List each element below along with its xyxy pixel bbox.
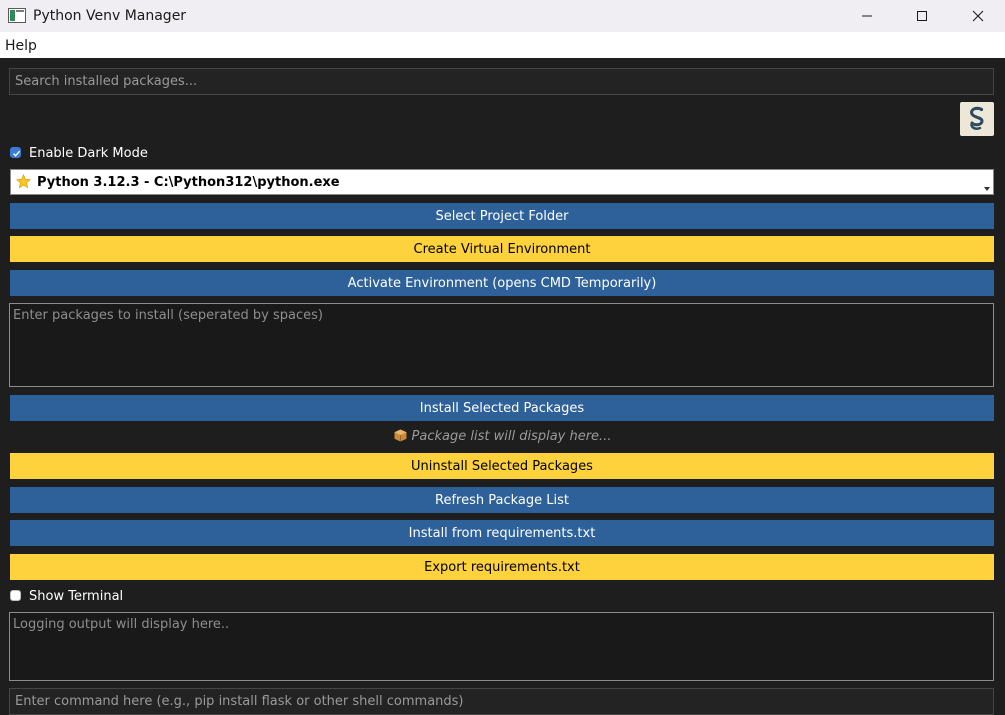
selected-interpreter: Python 3.12.3 - C:\Python312\python.exe: [37, 175, 340, 190]
star-icon: [16, 174, 31, 193]
command-input[interactable]: [9, 688, 994, 715]
close-icon: [972, 10, 984, 22]
package-list-placeholder: Package list will display here...: [0, 429, 1005, 444]
uninstall-selected-button[interactable]: Uninstall Selected Packages: [10, 453, 994, 479]
export-requirements-button[interactable]: Export requirements.txt: [10, 554, 994, 580]
minimize-icon: [862, 15, 872, 17]
dark-mode-label: Enable Dark Mode: [29, 146, 148, 161]
log-output-area[interactable]: [9, 612, 994, 681]
close-button[interactable]: [950, 0, 1005, 32]
python-interpreter-select[interactable]: Python 3.12.3 - C:\Python312\python.exe: [10, 169, 994, 195]
python-logo: [960, 102, 994, 136]
maximize-button[interactable]: [894, 0, 949, 32]
menu-help[interactable]: Help: [5, 38, 37, 54]
package-icon: [394, 429, 407, 442]
minimize-button[interactable]: [839, 0, 894, 32]
show-terminal-label: Show Terminal: [29, 589, 124, 604]
install-selected-button[interactable]: Install Selected Packages: [10, 395, 994, 421]
activate-environment-button[interactable]: Activate Environment (opens CMD Temporar…: [10, 270, 994, 296]
refresh-package-list-button[interactable]: Refresh Package List: [10, 487, 994, 513]
python-snake-logo-icon: [970, 106, 984, 130]
menu-bar: Help: [0, 32, 1005, 58]
chevron-down-icon[interactable]: [984, 180, 990, 195]
install-requirements-button[interactable]: Install from requirements.txt: [10, 520, 994, 546]
window-title: Python Venv Manager: [33, 8, 187, 24]
package-list-hint: Package list will display here...: [411, 429, 612, 444]
checkbox-unchecked-icon[interactable]: [10, 590, 21, 601]
app-window-icon: [8, 8, 26, 23]
title-bar: Python Venv Manager: [0, 0, 1005, 32]
checkbox-checked-icon[interactable]: [10, 147, 21, 158]
create-venv-button[interactable]: Create Virtual Environment: [10, 236, 994, 262]
maximize-icon: [917, 11, 927, 21]
package-search-input[interactable]: [9, 68, 994, 95]
packages-input[interactable]: [9, 303, 994, 387]
select-project-folder-button[interactable]: Select Project Folder: [10, 203, 994, 229]
